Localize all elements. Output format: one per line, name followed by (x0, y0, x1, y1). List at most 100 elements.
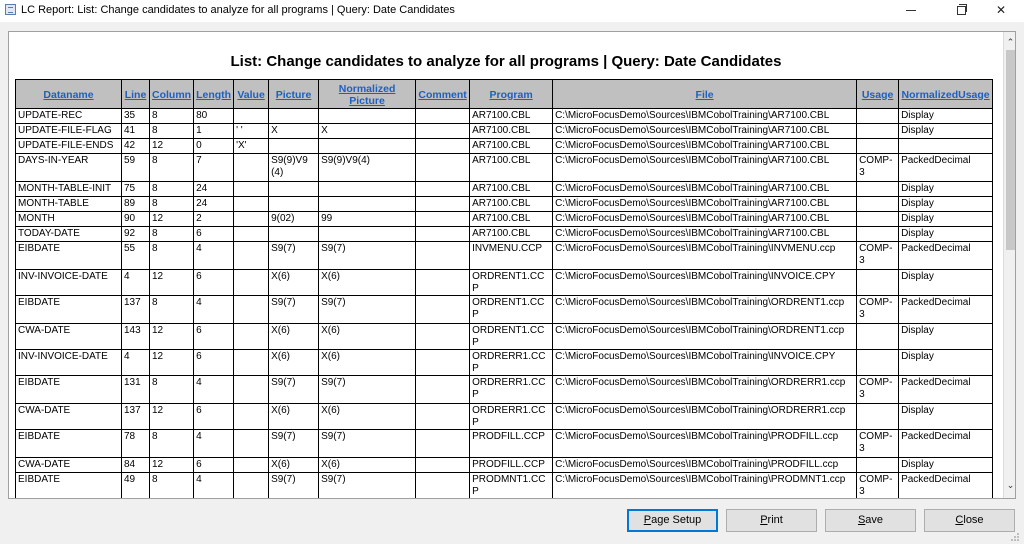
table-cell (268, 138, 320, 154)
table-cell (268, 108, 320, 124)
table-cell: C:\MicroFocusDemo\Sources\IBMCobolTraini… (552, 429, 858, 458)
table-cell: EIBDATE (15, 295, 122, 324)
table-cell: Display (898, 457, 994, 473)
table-cell (415, 196, 471, 212)
table-cell: ORDRENT1.CCP (469, 295, 554, 324)
table-cell: 35 (121, 108, 150, 124)
table-cell: 6 (193, 323, 235, 350)
table-cell: 6 (193, 269, 235, 296)
table-row: UPDATE-REC 35 8 80 AR7100.CBL C:\MicroFocusDe… (15, 108, 994, 124)
save-button[interactable]: Save (825, 509, 916, 532)
minimize-button[interactable] (888, 0, 934, 22)
table-cell: COMP-3 (856, 295, 900, 324)
table-cell: 4 (193, 241, 235, 270)
column-header-usage[interactable]: Usage (856, 79, 900, 109)
table-row: CWA-DATE 143 12 6 X(6) X(6) ORDRENT1.CCP C:\Mic… (15, 323, 994, 350)
page-setup-button[interactable]: Page Setup (627, 509, 718, 532)
table-row: TODAY-DATE 92 8 6 AR7100.CBL C:\MicroFocusDem… (15, 226, 994, 242)
table-cell: CWA-DATE (15, 403, 122, 430)
table-cell: ORDRERR1.CCP (469, 349, 554, 376)
table-cell (233, 226, 270, 242)
report-viewer: List: Change candidates to analyze for a… (8, 31, 1016, 499)
table-cell: AR7100.CBL (469, 226, 554, 242)
table-cell (898, 138, 994, 154)
vertical-scrollbar[interactable]: ⌃ ⌄ (1003, 32, 1015, 498)
column-header-program[interactable]: Program (469, 79, 554, 109)
table-cell (233, 196, 270, 212)
table-cell: 131 (121, 375, 150, 404)
close-button[interactable]: Close (924, 509, 1015, 532)
table-cell: Display (898, 181, 994, 197)
table-cell: C:\MicroFocusDemo\Sources\IBMCobolTraini… (552, 241, 858, 270)
table-cell: 9(02) (268, 211, 320, 227)
column-header-dataname[interactable]: Dataname (15, 79, 122, 109)
table-cell: 12 (148, 403, 195, 430)
table-cell: 59 (121, 153, 150, 182)
table-cell: UPDATE-FILE-ENDS (15, 138, 122, 154)
table-cell (415, 457, 471, 473)
column-header-picture[interactable]: Picture (268, 79, 320, 109)
table-cell: C:\MicroFocusDemo\Sources\IBMCobolTraini… (552, 349, 858, 376)
close-window-button[interactable]: ✕ (978, 0, 1024, 22)
table-cell (415, 108, 471, 124)
table-cell (415, 323, 471, 350)
table-cell: UPDATE-REC (15, 108, 122, 124)
table-cell: X(6) (318, 349, 417, 376)
table-cell: PRODFILL.CCP (469, 429, 554, 458)
table-cell: X(6) (268, 269, 320, 296)
table-cell: 24 (193, 181, 235, 197)
column-header-comment[interactable]: Comment (415, 79, 471, 109)
column-header-normalizedusage[interactable]: NormalizedUsage (898, 79, 994, 109)
scroll-up-arrow-icon[interactable]: ⌃ (1004, 36, 1015, 49)
table-cell: INV-INVOICE-DATE (15, 349, 122, 376)
table-cell (415, 123, 471, 139)
table-cell (856, 269, 900, 296)
table-row: EIBDATE 131 8 4 S9(7) S9(7) ORDRERR1.CCP C:\Mic… (15, 375, 994, 404)
table-cell (856, 196, 900, 212)
table-cell: C:\MicroFocusDemo\Sources\IBMCobolTraini… (552, 295, 858, 324)
table-cell (415, 241, 471, 270)
table-cell: Display (898, 323, 994, 350)
table-cell: AR7100.CBL (469, 108, 554, 124)
table-cell: 8 (148, 295, 195, 324)
table-cell: 6 (193, 349, 235, 376)
table-cell (415, 181, 471, 197)
table-row: EIBDATE 137 8 4 S9(7) S9(7) ORDRENT1.CCP C:\Mic… (15, 295, 994, 324)
column-header-normalized-picture[interactable]: Normalized Picture (318, 79, 417, 109)
table-cell: PackedDecimal (898, 429, 994, 458)
table-row: INV-INVOICE-DATE 4 12 6 X(6) X(6) ORDRERR1.CCP… (15, 349, 994, 376)
table-cell (318, 196, 417, 212)
table-row: EIBDATE 55 8 4 S9(7) S9(7) INVMENU.CCP C:\Micro… (15, 241, 994, 270)
table-cell: 24 (193, 196, 235, 212)
table-cell: 1 (193, 123, 235, 139)
table-cell: CWA-DATE (15, 323, 122, 350)
column-header-line[interactable]: Line (121, 79, 150, 109)
table-cell: PackedDecimal (898, 472, 994, 498)
table-cell: C:\MicroFocusDemo\Sources\IBMCobolTraini… (552, 457, 858, 473)
table-cell: 41 (121, 123, 150, 139)
table-cell (233, 457, 270, 473)
table-cell (415, 403, 471, 430)
table-cell: EIBDATE (15, 241, 122, 270)
table-cell: C:\MicroFocusDemo\Sources\IBMCobolTraini… (552, 323, 858, 350)
column-header-file[interactable]: File (552, 79, 858, 109)
table-cell: PRODFILL.CCP (469, 457, 554, 473)
table-cell (318, 138, 417, 154)
resize-grip-icon[interactable] (1010, 532, 1020, 542)
scroll-thumb[interactable] (1006, 50, 1015, 250)
table-cell (415, 429, 471, 458)
table-cell: Display (898, 211, 994, 227)
table-body: UPDATE-REC 35 8 80 AR7100.CBL C:\MicroFocusDe… (15, 108, 994, 498)
scroll-down-arrow-icon[interactable]: ⌄ (1004, 479, 1015, 492)
table-cell (415, 226, 471, 242)
table-cell: PRODMNT1.CCP (469, 472, 554, 498)
table-cell: 8 (148, 241, 195, 270)
table-cell: S9(9)V9(4) (268, 153, 320, 182)
table-cell (415, 211, 471, 227)
table-cell (318, 108, 417, 124)
column-header-length[interactable]: Length (193, 79, 235, 109)
print-button[interactable]: Print (726, 509, 817, 532)
column-header-column[interactable]: Column (148, 79, 195, 109)
column-header-value[interactable]: Value (233, 79, 270, 109)
table-cell: S9(7) (268, 295, 320, 324)
